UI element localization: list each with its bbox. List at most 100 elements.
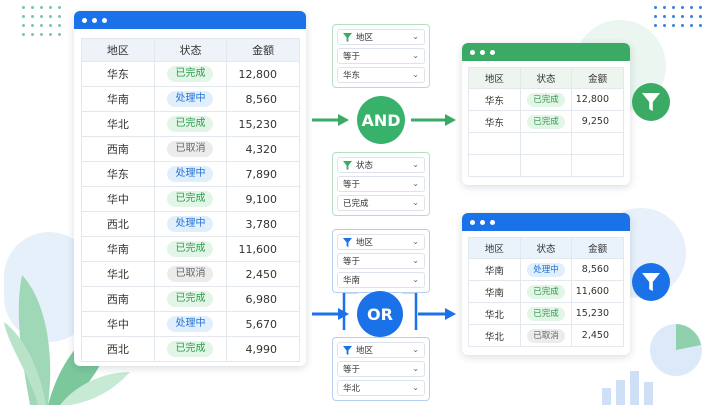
cell-region: 西北 <box>81 336 155 362</box>
value-select[interactable]: 华南 ⌄ <box>337 272 425 288</box>
field-select[interactable]: 状态 ⌄ <box>337 157 425 173</box>
chevron-down-icon: ⌄ <box>412 345 419 354</box>
operator-value: 等于 <box>343 180 361 190</box>
table-row[interactable]: 华南 已完成 11,600 <box>81 236 300 262</box>
chevron-down-icon: ⌄ <box>412 237 419 246</box>
cell-amount: 8,560 <box>571 258 624 281</box>
or-filter-1: 地区 ⌄ 等于 ⌄ 华南 ⌄ <box>332 229 430 293</box>
table-row[interactable]: 西北 处理中 3,780 <box>81 211 300 237</box>
cell-amount: 5,670 <box>226 311 300 337</box>
operator-select[interactable]: 等于 ⌄ <box>337 253 425 269</box>
cell-amount: 11,600 <box>226 236 300 262</box>
header-amount: 金额 <box>571 67 624 89</box>
cell-amount: 8,560 <box>226 86 300 112</box>
table-row[interactable]: 西南 已完成 6,980 <box>81 286 300 312</box>
cell-region: 西南 <box>81 286 155 312</box>
table-row[interactable]: 华东 已完成 12,800 <box>468 88 624 111</box>
funnel-icon <box>343 32 352 42</box>
stage: 地区 状态 金额 华东 已完成 12,800 华南 处理中 8,560 华北 已完成 15,23… <box>0 0 720 405</box>
status-badge: 已完成 <box>527 284 565 299</box>
arrow-right-icon <box>338 114 349 126</box>
status-badge: 处理中 <box>167 91 214 107</box>
table-row[interactable]: 华北 已完成 15,230 <box>468 302 624 325</box>
cell-status: 已完成 <box>153 111 228 137</box>
field-value: 状态 <box>356 161 374 171</box>
status-badge: 已完成 <box>167 191 214 207</box>
status-badge: 已完成 <box>167 66 214 82</box>
cell-status: 已完成 <box>153 336 228 362</box>
table-row[interactable]: 华南 处理中 8,560 <box>81 86 300 112</box>
header-region: 地区 <box>81 38 155 62</box>
header-region: 地区 <box>468 67 521 89</box>
table-row[interactable]: 华南 已完成 11,600 <box>468 280 624 303</box>
chevron-down-icon: ⌄ <box>412 364 419 373</box>
pie-decoration <box>650 324 702 376</box>
cell-status: 已取消 <box>153 136 228 162</box>
cell-status: 处理中 <box>153 211 228 237</box>
table-row[interactable]: 华东 已完成 9,250 <box>468 110 624 133</box>
filter-value: 华南 <box>343 276 361 286</box>
cell-region: 西北 <box>81 211 155 237</box>
or-filter-2: 地区 ⌄ 等于 ⌄ 华北 ⌄ <box>332 337 430 401</box>
table-row[interactable]: 华中 已完成 9,100 <box>81 186 300 212</box>
field-select[interactable]: 地区 ⌄ <box>337 342 425 358</box>
table-row[interactable]: 华北 已取消 2,450 <box>81 261 300 287</box>
operator-select[interactable]: 等于 ⌄ <box>337 361 425 377</box>
cell-region: 华东 <box>81 161 155 187</box>
empty-row <box>468 154 624 177</box>
table-row[interactable]: 华北 已取消 2,450 <box>468 324 624 347</box>
cell-region: 华北 <box>468 324 521 347</box>
status-badge: 已完成 <box>167 241 214 257</box>
and-filter-1: 地区 ⌄ 等于 ⌄ 华东 ⌄ <box>332 24 430 88</box>
status-badge: 已取消 <box>527 328 565 343</box>
empty-cell <box>519 132 573 155</box>
field-select[interactable]: 地区 ⌄ <box>337 29 425 45</box>
window-titlebar <box>462 213 630 231</box>
table-row[interactable]: 华东 已完成 12,800 <box>81 61 300 87</box>
status-badge: 已完成 <box>167 341 214 357</box>
table-row[interactable]: 西北 已完成 4,990 <box>81 336 300 362</box>
header-region: 地区 <box>468 237 521 259</box>
header-status: 状态 <box>519 67 573 89</box>
cell-region: 华北 <box>81 111 155 137</box>
cell-status: 已完成 <box>153 236 228 262</box>
value-select[interactable]: 已完成 ⌄ <box>337 195 425 211</box>
table-row[interactable]: 华东 处理中 7,890 <box>81 161 300 187</box>
operator-select[interactable]: 等于 ⌄ <box>337 48 425 64</box>
window-dot <box>92 17 97 23</box>
status-badge: 处理中 <box>167 166 214 182</box>
value-select[interactable]: 华东 ⌄ <box>337 67 425 83</box>
source-table: 地区 状态 金额 华东 已完成 12,800 华南 处理中 8,560 华北 已完成 15,23… <box>81 38 300 362</box>
or-result-table: 地区 状态 金额 华南 处理中 8,560 华南 已完成 11,600 华北 已完成 15,23… <box>468 237 624 347</box>
cell-region: 华南 <box>468 280 521 303</box>
header-status: 状态 <box>153 38 228 62</box>
source-table-window: 地区 状态 金额 华东 已完成 12,800 华南 处理中 8,560 华北 已完成 15,23… <box>74 11 306 366</box>
cell-amount: 6,980 <box>226 286 300 312</box>
chevron-down-icon: ⌄ <box>412 160 419 169</box>
cell-amount: 9,100 <box>226 186 300 212</box>
empty-cell <box>571 132 624 155</box>
or-result-window: 地区 状态 金额 华南 处理中 8,560 华南 已完成 11,600 华北 已完成 15,23… <box>462 213 630 355</box>
cell-region: 华中 <box>81 311 155 337</box>
filter-value: 已完成 <box>343 199 369 209</box>
table-row[interactable]: 华北 已完成 15,230 <box>81 111 300 137</box>
operator-value: 等于 <box>343 365 361 375</box>
cell-region: 西南 <box>81 136 155 162</box>
table-row[interactable]: 华南 处理中 8,560 <box>468 258 624 281</box>
cell-amount: 2,450 <box>571 324 624 347</box>
table-row[interactable]: 华中 处理中 5,670 <box>81 311 300 337</box>
value-select[interactable]: 华北 ⌄ <box>337 380 425 396</box>
table-row[interactable]: 西南 已取消 4,320 <box>81 136 300 162</box>
cell-status: 已完成 <box>153 61 228 87</box>
filter-value: 华东 <box>343 71 361 81</box>
operator-select[interactable]: 等于 ⌄ <box>337 176 425 192</box>
and-result-table: 地区 状态 金额 华东 已完成 12,800 华东 已完成 9,250 <box>468 67 624 177</box>
cell-status: 已完成 <box>153 186 228 212</box>
chevron-down-icon: ⌄ <box>412 51 419 60</box>
chevron-down-icon: ⌄ <box>412 198 419 207</box>
empty-cell <box>468 154 521 177</box>
field-select[interactable]: 地区 ⌄ <box>337 234 425 250</box>
cell-region: 华北 <box>81 261 155 287</box>
cell-status: 处理中 <box>153 86 228 112</box>
cell-region: 华南 <box>81 236 155 262</box>
